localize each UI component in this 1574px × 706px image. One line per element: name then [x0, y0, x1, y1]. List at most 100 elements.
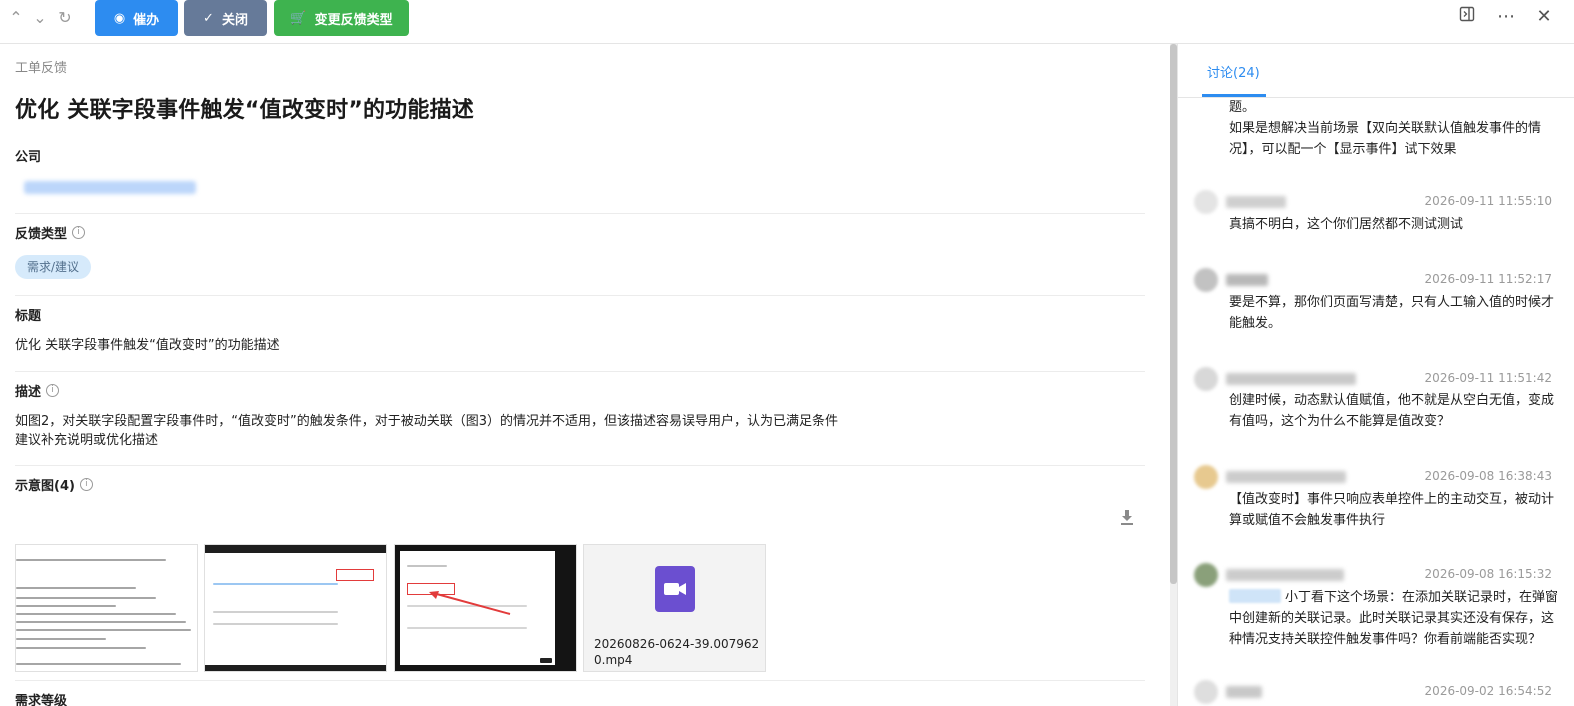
download-icon[interactable]: [1119, 509, 1135, 527]
comment-time: 2026-09-11 11:51:42: [1424, 371, 1552, 385]
left-scrollbar[interactable]: [1170, 44, 1177, 706]
avatar: [1194, 563, 1218, 587]
video-icon: [655, 566, 695, 612]
thumb-field-line: [213, 611, 338, 613]
thumb-text-line: [16, 613, 176, 615]
mention-redacted[interactable]: [1229, 589, 1281, 603]
close-ticket-button-label: 关闭: [221, 12, 248, 28]
comment-author-redacted: [1226, 196, 1286, 208]
avatar: [1194, 190, 1218, 214]
toolbar: ⌃ ⌄ ↻ ◉ 催办 ✓ 关闭 🛒 变更反馈类型 ⋯ ✕: [0, 0, 1574, 44]
thumb-text-line: [16, 605, 116, 607]
divider: [15, 213, 1145, 214]
comment-author-redacted: [1226, 274, 1268, 286]
more-icon[interactable]: ⋯: [1494, 6, 1518, 28]
thumb-field-line: [213, 623, 338, 625]
check-icon: ✓: [203, 10, 214, 26]
close-ticket-button[interactable]: ✓ 关闭: [184, 0, 267, 36]
thumb-text-line: [16, 647, 146, 649]
info-icon[interactable]: i: [79, 478, 93, 491]
attachments-label: 示意图(4) i: [15, 475, 93, 494]
comment-author-redacted: [1226, 686, 1262, 698]
description-line-1: 如图2，对关联字段配置字段事件时，“值改变时”的触发条件，对于被动关联（图3）的…: [15, 414, 839, 429]
attachments-label-text: 示意图(4): [15, 479, 75, 494]
description-label: 描述 i: [15, 381, 60, 400]
description-label-text: 描述: [15, 385, 42, 400]
divider: [15, 680, 1145, 681]
chevron-up-icon[interactable]: ⌃: [5, 8, 27, 28]
comment-text: 真搞不明白，这个你们居然都不测试测试: [1229, 217, 1464, 232]
feedback-type-tag: 需求/建议: [15, 255, 92, 279]
tab-discussion[interactable]: 讨论(24): [1207, 62, 1260, 81]
avatar: [1194, 465, 1218, 489]
thumb-arrow: [429, 591, 511, 615]
panel-svg: [1459, 6, 1475, 22]
comment-author-redacted: [1226, 373, 1356, 385]
download-svg: [1121, 510, 1133, 525]
comment-text: 创建时候，动态默认值赋值，他不就是从空白无值，变成有值吗，这个为什么不能算是值改…: [1229, 393, 1555, 429]
company-value-redacted[interactable]: [24, 181, 196, 194]
thumb-text-line: [16, 629, 191, 631]
info-icon[interactable]: i: [72, 226, 86, 239]
discussion-pane: 讨论(24) 题。 如果是想解决当前场景【双向关联默认值触发事件的情况】，可以配…: [1177, 44, 1574, 706]
thumb-text-line: [16, 559, 166, 561]
comment-time: 2026-09-11 11:52:17: [1424, 272, 1552, 286]
comment-time: 2026-09-11 11:55:10: [1424, 194, 1552, 208]
video-camera-svg: [664, 583, 686, 595]
thumb-highlight-box: [336, 569, 374, 581]
thumb-button: [540, 658, 552, 663]
chevron-down-icon[interactable]: ⌄: [29, 8, 51, 28]
urge-button[interactable]: ◉ 催办: [95, 0, 178, 36]
comment-time: 2026-09-02 16:54:52: [1424, 684, 1552, 698]
comment-text: 【值改变时】事件只响应表单控件上的主动交互，被动计算或赋值不会触发事件执行: [1229, 492, 1555, 528]
thumb-field-line: [407, 565, 447, 567]
subject-label-text: 标题: [15, 309, 42, 324]
comment-text: 小丁看下这个场景：在添加关联记录时，在弹窗中创建新的关联记录。此时关联记录其实还…: [1229, 587, 1559, 650]
comment-time: 2026-09-08 16:15:32: [1424, 567, 1552, 581]
change-feedback-type-button[interactable]: 🛒 变更反馈类型: [274, 0, 409, 36]
comment-author-redacted: [1226, 471, 1346, 483]
subject-value: 优化 关联字段事件触发“值改变时”的功能描述: [15, 338, 280, 353]
divider: [15, 371, 1145, 372]
close-icon[interactable]: ✕: [1532, 6, 1556, 28]
feedback-type-label: 反馈类型 i: [15, 223, 86, 242]
thumb-text-line: [16, 597, 156, 599]
left-scrollbar-thumb[interactable]: [1170, 44, 1177, 584]
attachment-thumbnail-1[interactable]: [15, 544, 198, 672]
info-icon[interactable]: i: [46, 384, 60, 397]
urge-button-label: 催办: [133, 12, 160, 28]
thumb-field-line: [213, 583, 338, 585]
ticket-detail-pane: 工单反馈 优化 关联字段事件触发“值改变时”的功能描述 公司 反馈类型 i 需求…: [0, 44, 1170, 706]
avatar: [1194, 268, 1218, 292]
breadcrumb[interactable]: 工单反馈: [15, 57, 67, 76]
thumb-text-line: [16, 663, 181, 665]
change-feedback-type-button-label: 变更反馈类型: [314, 12, 393, 28]
thumb-field-line: [407, 627, 527, 629]
attachment-video-file[interactable]: 20260826-0624-39.0079620.mp4: [583, 544, 766, 672]
toggle-panel-icon[interactable]: [1455, 6, 1479, 28]
video-filename: 20260826-0624-39.0079620.mp4: [594, 637, 760, 667]
thumb-text-line: [16, 621, 186, 623]
feedback-type-label-text: 反馈类型: [15, 227, 68, 242]
divider: [15, 295, 1145, 296]
attachment-thumbnail-3[interactable]: [394, 544, 577, 672]
comment-text: 要是不算，那你们页面写清楚，只有人工输入值的时候才能触发。: [1229, 295, 1555, 331]
page-title: 优化 关联字段事件触发“值改变时”的功能描述: [15, 98, 474, 123]
comment-text: 题。 如果是想解决当前场景【双向关联默认值触发事件的情况】，可以配一个【显示事件…: [1229, 100, 1542, 157]
avatar: [1194, 680, 1218, 704]
description-line-2: 建议补充说明或优化描述: [15, 433, 159, 448]
avatar: [1194, 367, 1218, 391]
thumb-text-line: [16, 638, 106, 640]
company-label: 公司: [15, 146, 41, 165]
attachment-thumbnail-2[interactable]: [204, 544, 387, 672]
thumb-text-line: [16, 587, 136, 589]
cart-icon: 🛒: [290, 10, 307, 26]
divider: [15, 465, 1145, 466]
priority-label: 需求等级: [15, 690, 67, 706]
company-label-text: 公司: [15, 150, 42, 165]
comment-time: 2026-09-08 16:38:43: [1424, 469, 1552, 483]
priority-label-text: 需求等级: [15, 694, 68, 706]
refresh-icon[interactable]: ↻: [54, 8, 76, 28]
comment-author-redacted: [1226, 569, 1344, 581]
urge-icon: ◉: [113, 10, 126, 26]
